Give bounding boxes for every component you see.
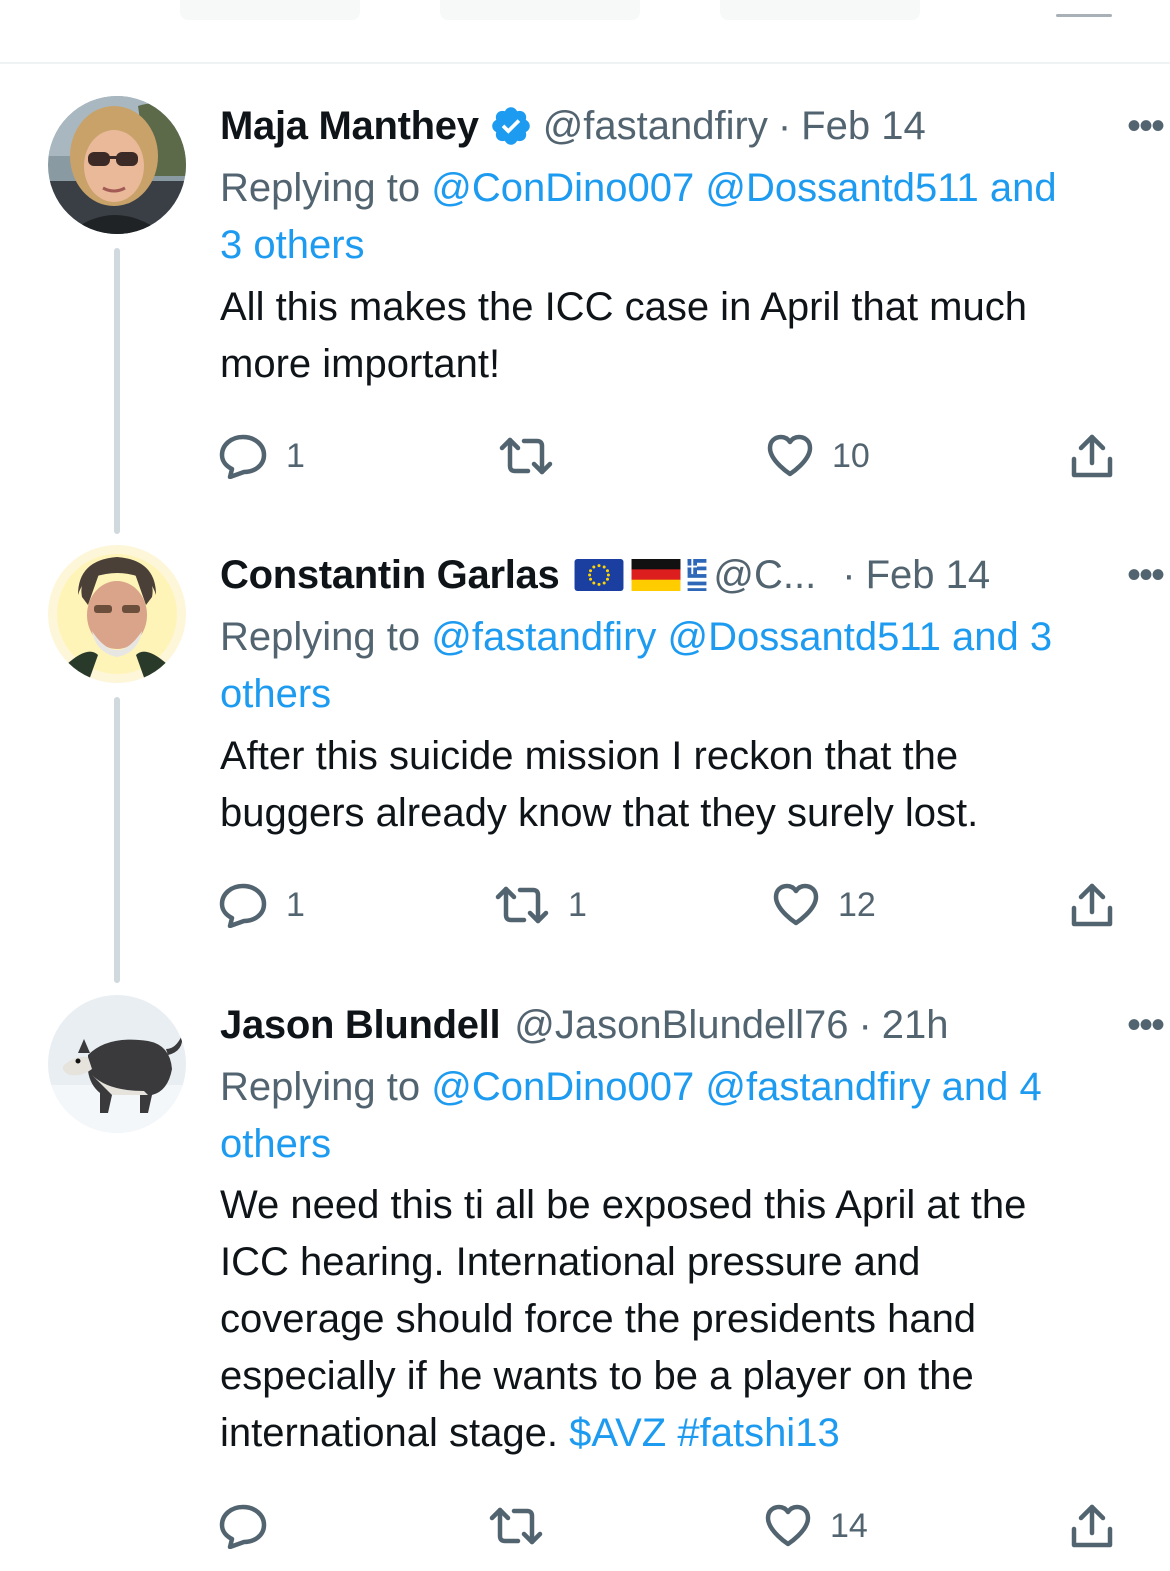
tweet-text-line: coverage should force the presidents han… <box>220 1297 977 1341</box>
tweet-header: Jason Blundell @JasonBlundell76 · 21h <box>220 995 1122 1055</box>
reply-others-link[interactable]: others <box>220 672 331 716</box>
tweet-header: Maja Manthey @fastandfiry · Feb 14 <box>220 96 1122 156</box>
tweet-text: We need this ti all be exposed this Apri… <box>220 1177 1130 1462</box>
author-name[interactable]: Maja Manthey <box>220 104 479 149</box>
retweet-icon <box>489 1507 543 1545</box>
like-button[interactable]: 10 <box>766 431 870 481</box>
husky-dog-avatar <box>48 995 186 1133</box>
tweet-header: Constantin Garlas @C... · Feb 14 <box>220 545 1122 605</box>
reply-mentions[interactable]: @fastandfiry @Dossantd511 and 3 <box>431 615 1052 659</box>
tweet-text-line: All this makes the ICC case in April tha… <box>220 285 1027 329</box>
like-count: 14 <box>830 1506 868 1545</box>
heart-icon <box>765 1504 811 1547</box>
menu-line <box>1056 14 1112 17</box>
eu-flag-icon <box>574 559 624 591</box>
tweet-text-line: especially if he wants to be a player on… <box>220 1354 974 1398</box>
reply-mentions[interactable]: @ConDino007 @fastandfiry and 4 <box>431 1065 1041 1109</box>
author-name[interactable]: Jason Blundell <box>220 1003 501 1048</box>
tweet-text: All this makes the ICC case in April tha… <box>220 279 1130 393</box>
timestamp[interactable]: Feb 14 <box>866 553 991 598</box>
avatar[interactable] <box>48 995 186 1133</box>
like-button[interactable]: 12 <box>772 880 876 930</box>
separator-dot: · <box>777 103 792 148</box>
reply-count: 1 <box>286 436 305 475</box>
reply-count: 1 <box>286 885 305 924</box>
woman-with-sunglasses-avatar <box>48 96 186 234</box>
replying-to-label: Replying to <box>220 615 421 659</box>
name-flags <box>573 559 707 591</box>
like-count: 12 <box>838 885 876 924</box>
tweet-text-line: buggers already know that they surely lo… <box>220 791 979 835</box>
reply-icon <box>219 883 267 928</box>
thread-line <box>114 697 120 983</box>
tweet-text-line: international stage. <box>220 1411 559 1455</box>
tab-ghost <box>440 0 640 20</box>
heart-icon <box>767 434 813 477</box>
avatar[interactable] <box>48 96 186 234</box>
reply-others-link[interactable]: others <box>220 1122 331 1166</box>
tab-ghost <box>720 0 920 20</box>
tweet-actions: 14 <box>218 1501 1118 1551</box>
tweet-text-line: We need this ti all be exposed this Apri… <box>220 1183 1027 1227</box>
reply-icon <box>219 434 267 479</box>
share-button[interactable] <box>1070 1501 1114 1551</box>
separator-dot: · <box>858 1002 872 1047</box>
bearded-man-avatar <box>48 545 186 683</box>
reply-others-link[interactable]: 3 others <box>220 223 365 267</box>
tweet-actions: 1 10 <box>218 431 1118 481</box>
share-button[interactable] <box>1070 431 1114 481</box>
replying-to: Replying to @fastandfiry @Dossantd511 an… <box>220 609 1122 723</box>
avatar[interactable] <box>48 545 186 683</box>
reply-button[interactable]: 1 <box>218 431 305 481</box>
retweet-button[interactable]: 1 <box>494 880 587 930</box>
replying-to: Replying to @ConDino007 @fastandfiry and… <box>220 1059 1122 1173</box>
heart-icon <box>773 883 819 926</box>
share-icon <box>1071 434 1113 478</box>
more-options-button[interactable]: ••• <box>1120 995 1170 1055</box>
author-handle[interactable]: @fastandfiry <box>543 104 768 149</box>
author-handle[interactable]: @JasonBlundell76 <box>514 1003 848 1048</box>
verified-badge-icon <box>491 107 530 145</box>
share-button[interactable] <box>1070 880 1114 930</box>
tweet-text-line: ICC hearing. International pressure and <box>220 1240 921 1284</box>
more-options-button[interactable]: ••• <box>1120 545 1170 605</box>
tweet-text-line: more important! <box>220 342 501 386</box>
retweet-icon <box>495 886 549 924</box>
cashtag-link[interactable]: $AVZ <box>569 1411 666 1455</box>
like-count: 10 <box>832 436 870 475</box>
more-options-button[interactable]: ••• <box>1120 96 1170 156</box>
replying-to: Replying to @ConDino007 @Dossantd511 and… <box>220 160 1122 274</box>
reply-button[interactable]: 1 <box>218 880 305 930</box>
timestamp[interactable]: Feb 14 <box>801 104 926 149</box>
tab-ghost <box>180 0 360 20</box>
thread-line <box>114 248 120 534</box>
like-button[interactable]: 14 <box>764 1501 868 1551</box>
replying-to-label: Replying to <box>220 166 421 210</box>
reply-mentions[interactable]: @ConDino007 @Dossantd511 and <box>431 166 1056 210</box>
retweet-button[interactable] <box>498 431 572 481</box>
author-name[interactable]: Constantin Garlas <box>220 553 560 598</box>
share-icon <box>1071 883 1113 927</box>
retweet-count: 1 <box>568 885 587 924</box>
retweet-icon <box>499 437 553 475</box>
replying-to-label: Replying to <box>220 1065 421 1109</box>
greece-flag-icon <box>688 559 707 591</box>
tweet-text: After this suicide mission I reckon that… <box>220 728 1130 842</box>
timestamp[interactable]: 21h <box>882 1003 949 1048</box>
reply-icon <box>219 1504 267 1549</box>
top-tab-bar <box>0 0 1170 64</box>
tweet-text-line: After this suicide mission I reckon that… <box>220 734 959 778</box>
retweet-button[interactable] <box>488 1501 562 1551</box>
reply-button[interactable] <box>218 1501 286 1551</box>
share-icon <box>1071 1504 1113 1548</box>
author-handle[interactable]: @C... <box>713 553 816 598</box>
hashtag-link[interactable]: #fatshi13 <box>677 1411 839 1455</box>
tweet-actions: 1 1 12 <box>218 880 1118 930</box>
separator-dot: · <box>842 552 856 597</box>
germany-flag-icon <box>631 559 681 591</box>
